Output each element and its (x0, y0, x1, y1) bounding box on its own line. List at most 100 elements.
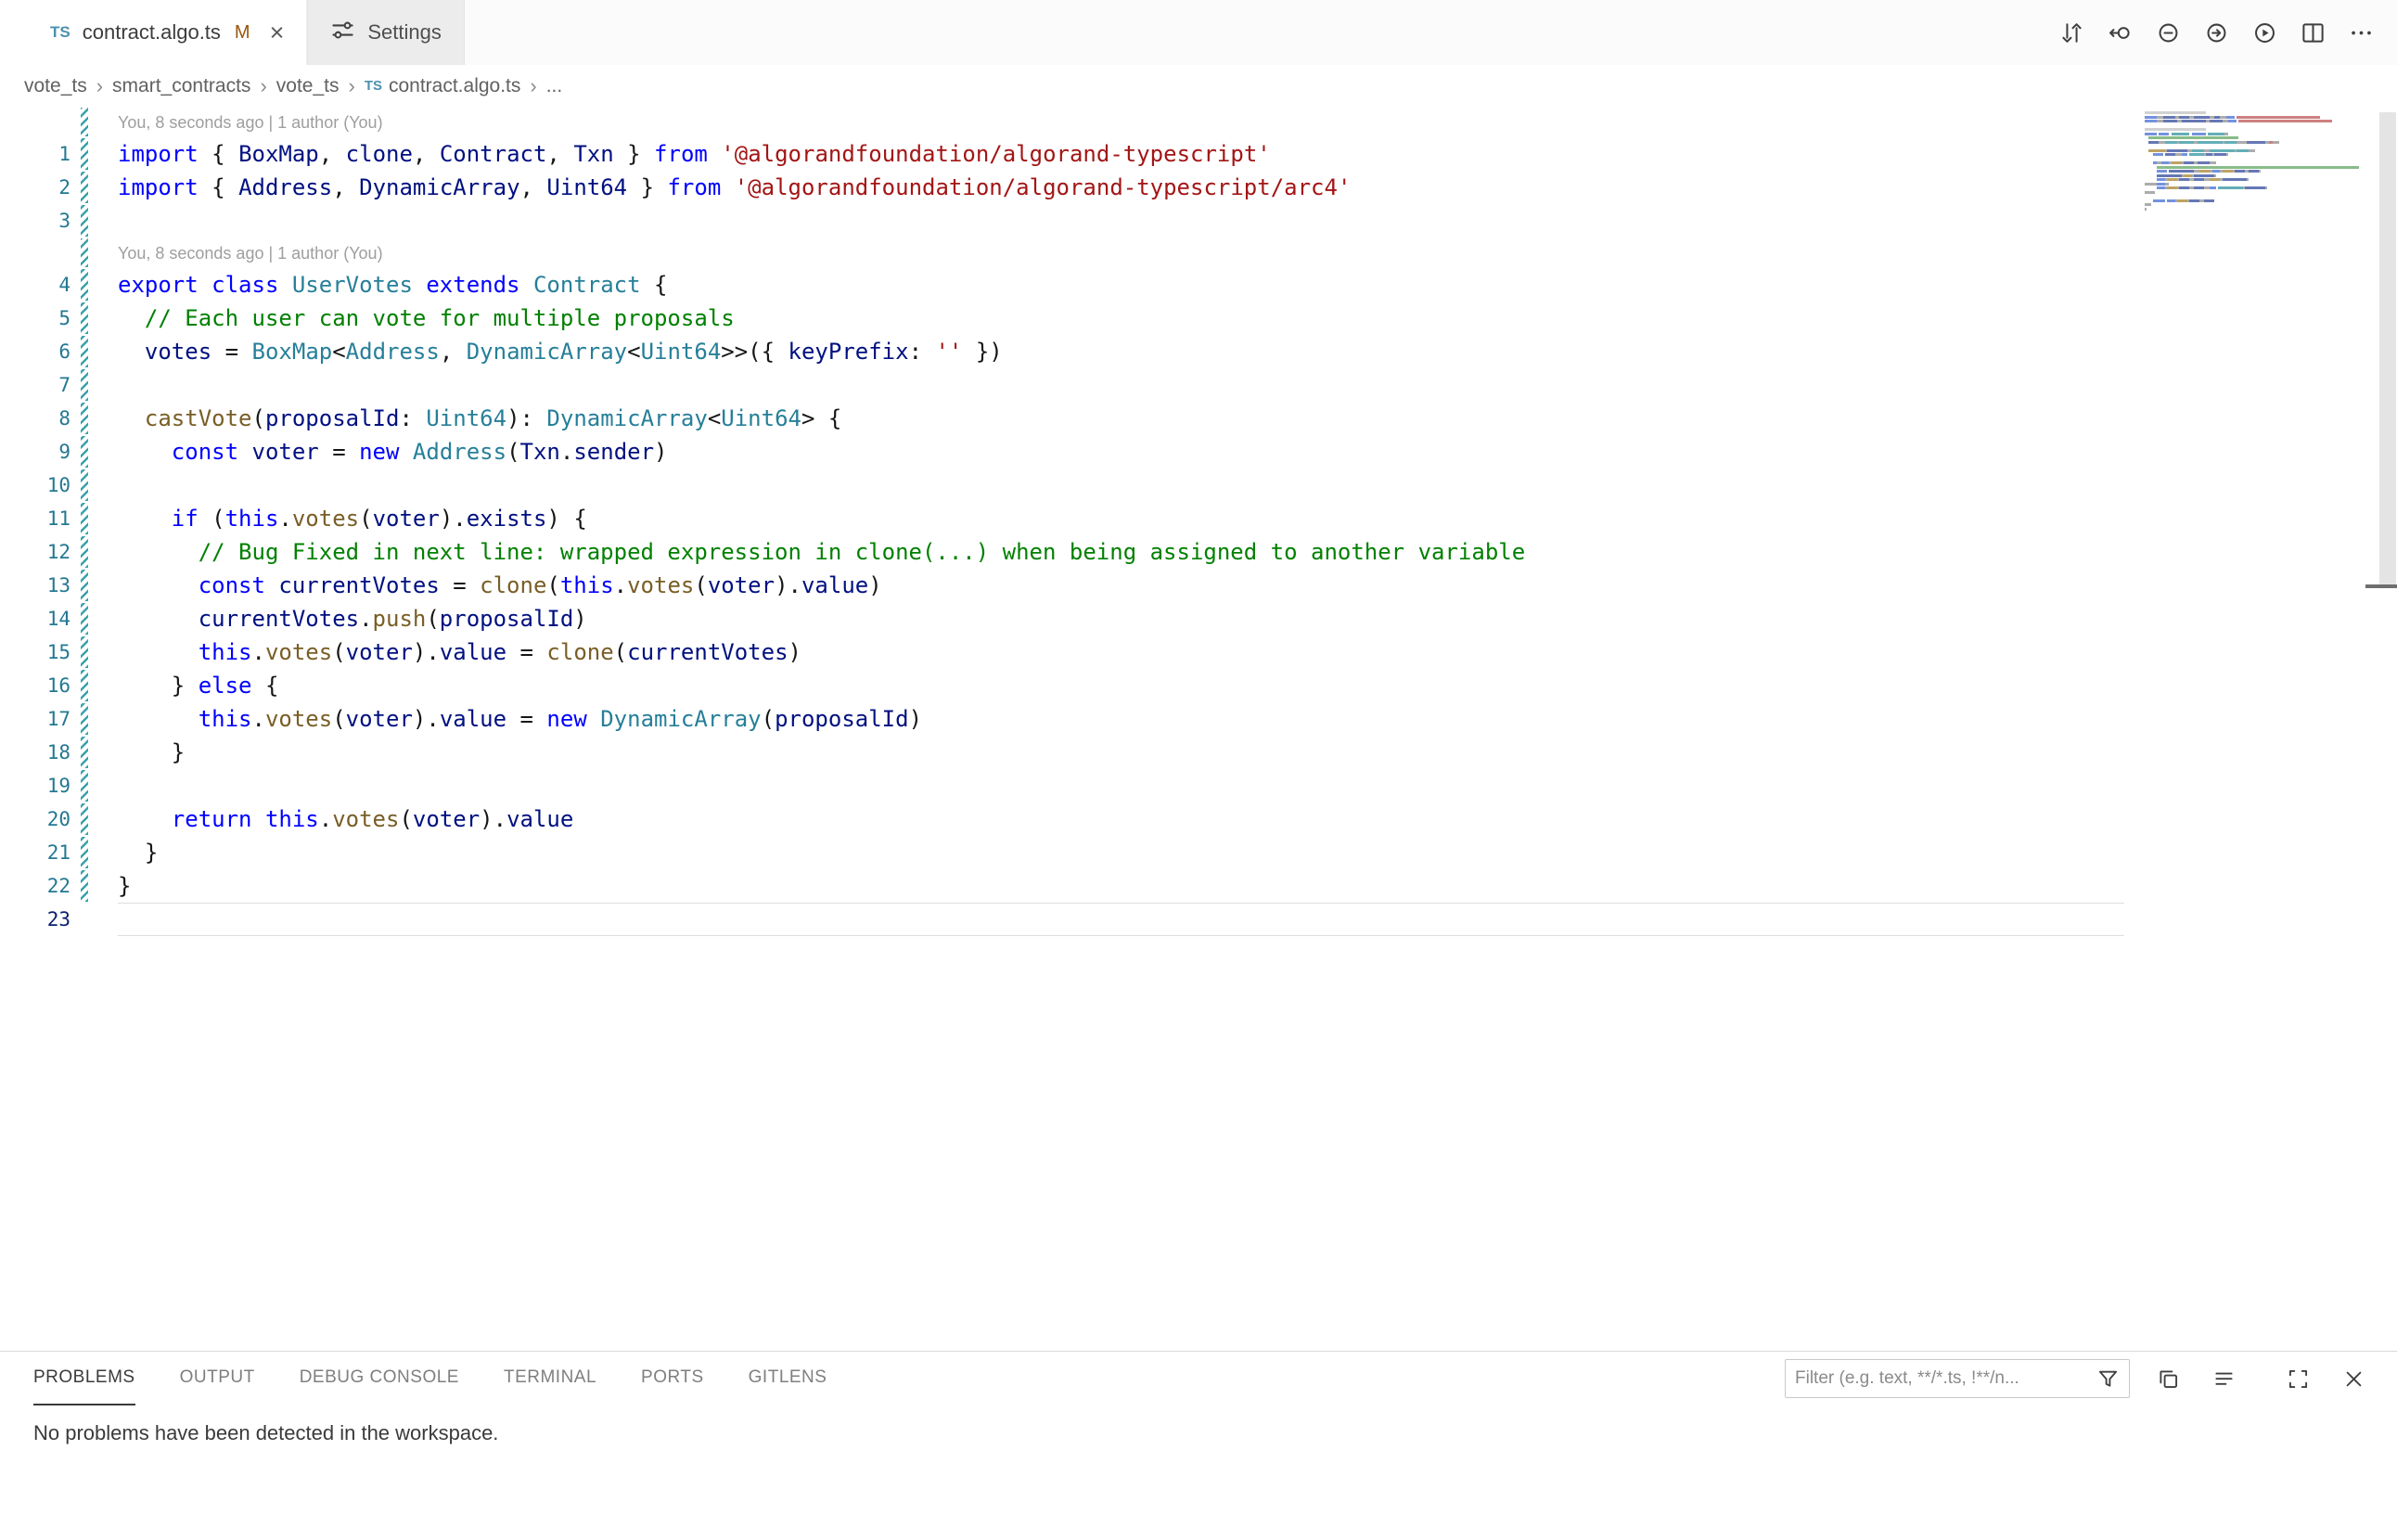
panel-tab-gitlens[interactable]: GITLENS (749, 1352, 827, 1405)
code-text[interactable]: // Bug Fixed in next line: wrapped expre… (118, 535, 2124, 569)
line-number[interactable]: 12 (0, 541, 70, 563)
blame-annotation[interactable]: You, 8 seconds ago | 1 author (You) (0, 107, 2124, 137)
line-number[interactable]: 1 (0, 143, 70, 165)
code-line[interactable]: 12 // Bug Fixed in next line: wrapped ex… (0, 535, 2124, 569)
code-line[interactable]: 8 castVote(proposalId: Uint64): DynamicA… (0, 402, 2124, 435)
view-as-table-icon[interactable] (2150, 1361, 2186, 1396)
line-number[interactable]: 17 (0, 708, 70, 730)
code-text[interactable]: currentVotes.push(proposalId) (118, 602, 2124, 635)
code-line[interactable]: 13 const currentVotes = clone(this.votes… (0, 569, 2124, 602)
code-line[interactable]: 23 (0, 903, 2124, 936)
code-line[interactable]: 14 currentVotes.push(proposalId) (0, 602, 2124, 635)
blame-annotation[interactable]: You, 8 seconds ago | 1 author (You) (0, 237, 2124, 268)
code-text[interactable]: return this.votes(voter).value (118, 802, 2124, 836)
code-text[interactable] (118, 903, 2124, 936)
breadcrumb-item[interactable]: contract.algo.ts (389, 75, 520, 97)
code-text[interactable]: } else { (118, 669, 2124, 702)
code-line[interactable]: 9 const voter = new Address(Txn.sender) (0, 435, 2124, 468)
code-line[interactable]: 20 return this.votes(voter).value (0, 802, 2124, 836)
panel-tab-output[interactable]: OUTPUT (180, 1352, 255, 1405)
code-text[interactable]: this.votes(voter).value = new DynamicArr… (118, 702, 2124, 736)
code-line[interactable]: 11 if (this.votes(voter).exists) { (0, 502, 2124, 535)
next-change-icon[interactable] (2197, 13, 2236, 52)
problems-filter-input[interactable] (1795, 1368, 2088, 1389)
close-panel-icon[interactable] (2336, 1361, 2371, 1396)
panel-tab-ports[interactable]: PORTS (641, 1352, 704, 1405)
code-text[interactable] (118, 769, 2124, 802)
breadcrumb-item[interactable]: vote_ts (24, 75, 87, 97)
code-text[interactable]: import { BoxMap, clone, Contract, Txn } … (118, 137, 2124, 171)
code-line[interactable]: 7 (0, 368, 2124, 402)
line-number[interactable]: 15 (0, 641, 70, 663)
line-number[interactable]: 22 (0, 875, 70, 897)
previous-change-icon[interactable] (2148, 13, 2187, 52)
line-number[interactable]: 23 (0, 908, 70, 930)
blame-text[interactable]: You, 8 seconds ago | 1 author (You) (118, 237, 2124, 268)
line-number[interactable]: 21 (0, 841, 70, 864)
breadcrumb-item[interactable]: vote_ts (276, 75, 340, 97)
code-line[interactable]: 6 votes = BoxMap<Address, DynamicArray<U… (0, 335, 2124, 368)
line-number[interactable]: 18 (0, 741, 70, 764)
code-line[interactable]: 1 import { BoxMap, clone, Contract, Txn }… (0, 137, 2124, 171)
more-actions-icon[interactable] (2341, 13, 2380, 52)
line-number[interactable]: 6 (0, 340, 70, 363)
minimap[interactable] (2145, 111, 2354, 216)
tab-settings[interactable]: Settings (307, 0, 465, 65)
line-number[interactable]: 9 (0, 441, 70, 463)
scrollbar-thumb[interactable] (2379, 112, 2396, 588)
panel-tab-terminal[interactable]: TERMINAL (504, 1352, 596, 1405)
breadcrumb-item[interactable]: ... (546, 75, 563, 97)
code-line[interactable]: 15 this.votes(voter).value = clone(curre… (0, 635, 2124, 669)
code-text[interactable]: votes = BoxMap<Address, DynamicArray<Uin… (118, 335, 2124, 368)
line-number[interactable]: 2 (0, 176, 70, 199)
editor-scrollbar[interactable] (2378, 107, 2397, 1351)
code-line[interactable]: 3 (0, 204, 2124, 237)
line-number[interactable]: 13 (0, 574, 70, 597)
line-number[interactable]: 3 (0, 210, 70, 232)
code-line[interactable]: 22} (0, 869, 2124, 903)
maximize-panel-icon[interactable] (2280, 1361, 2315, 1396)
open-changes-icon[interactable] (2100, 13, 2139, 52)
code-line[interactable]: 5 // Each user can vote for multiple pro… (0, 302, 2124, 335)
line-number[interactable]: 16 (0, 674, 70, 697)
code-text[interactable]: castVote(proposalId: Uint64): DynamicArr… (118, 402, 2124, 435)
line-number[interactable]: 19 (0, 775, 70, 797)
code-line[interactable]: 17 this.votes(voter).value = new Dynamic… (0, 702, 2124, 736)
code-line[interactable]: 4 export class UserVotes extends Contract… (0, 268, 2124, 302)
code-text[interactable]: } (118, 736, 2124, 769)
panel-tab-debug-console[interactable]: DEBUG CONSOLE (300, 1352, 459, 1405)
code-text[interactable] (118, 468, 2124, 502)
code-line[interactable]: 19 (0, 769, 2124, 802)
panel-tab-problems[interactable]: PROBLEMS (33, 1352, 135, 1405)
split-editor-icon[interactable] (2293, 13, 2332, 52)
code-text[interactable]: this.votes(voter).value = clone(currentV… (118, 635, 2124, 669)
line-number[interactable]: 14 (0, 608, 70, 630)
code-text[interactable]: // Each user can vote for multiple propo… (118, 302, 2124, 335)
code-text[interactable] (118, 204, 2124, 237)
close-tab-icon[interactable]: × (270, 20, 285, 45)
code-line[interactable]: 18 } (0, 736, 2124, 769)
line-number[interactable]: 10 (0, 474, 70, 496)
code-text[interactable]: const currentVotes = clone(this.votes(vo… (118, 569, 2124, 602)
code-text[interactable]: if (this.votes(voter).exists) { (118, 502, 2124, 535)
run-icon[interactable] (2245, 13, 2284, 52)
code-line[interactable]: 21 } (0, 836, 2124, 869)
code-text[interactable]: } (118, 836, 2124, 869)
line-number[interactable]: 11 (0, 507, 70, 530)
code-text[interactable]: import { Address, DynamicArray, Uint64 }… (118, 171, 2124, 204)
compare-changes-icon[interactable] (2052, 13, 2091, 52)
blame-text[interactable]: You, 8 seconds ago | 1 author (You) (118, 107, 2124, 137)
tab-contract-algo-ts[interactable]: TS contract.algo.ts M × (28, 0, 307, 65)
line-number[interactable]: 7 (0, 374, 70, 396)
code-text[interactable]: } (118, 869, 2124, 903)
code-text[interactable]: export class UserVotes extends Contract … (118, 268, 2124, 302)
code-line[interactable]: 16 } else { (0, 669, 2124, 702)
line-number[interactable]: 4 (0, 274, 70, 296)
line-number[interactable]: 20 (0, 808, 70, 830)
code-line[interactable]: 10 (0, 468, 2124, 502)
collapse-all-icon[interactable] (2206, 1361, 2241, 1396)
code-line[interactable]: 2 import { Address, DynamicArray, Uint64 … (0, 171, 2124, 204)
line-number[interactable]: 5 (0, 307, 70, 329)
code-text[interactable]: const voter = new Address(Txn.sender) (118, 435, 2124, 468)
breadcrumb-item[interactable]: smart_contracts (112, 75, 250, 97)
